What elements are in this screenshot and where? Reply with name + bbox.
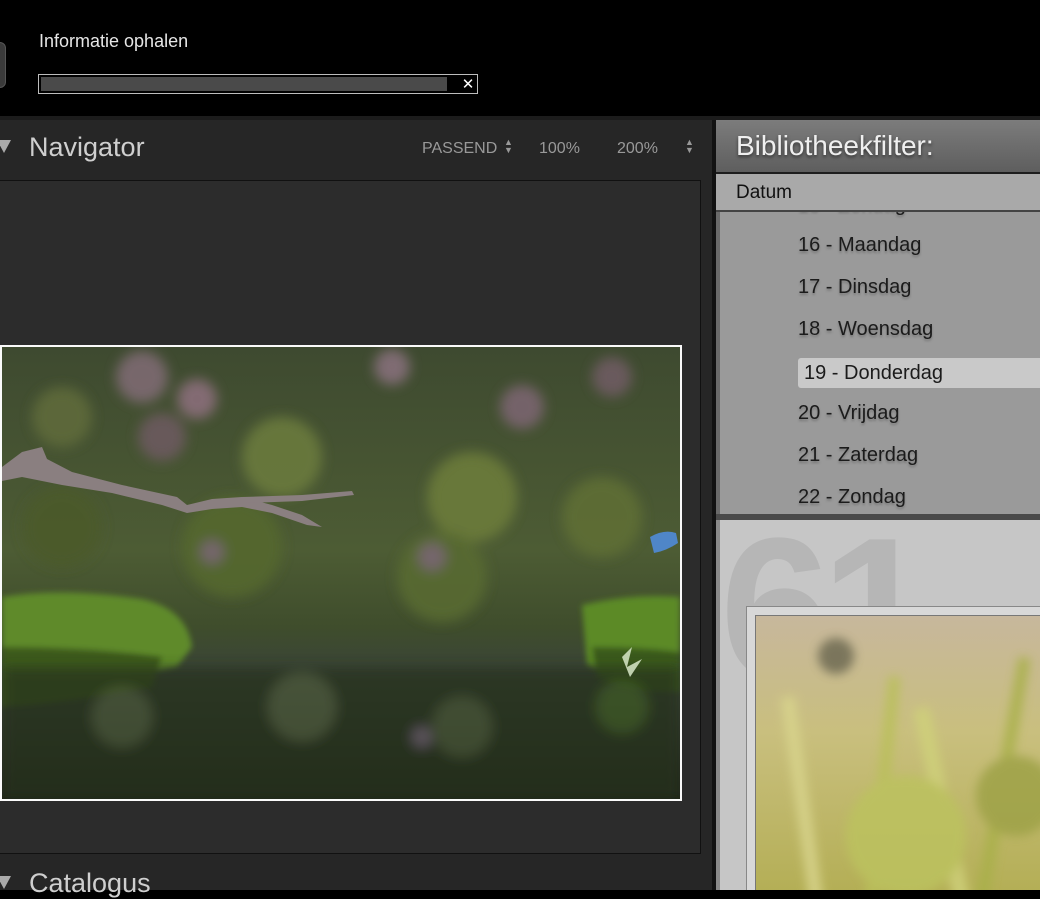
close-icon[interactable]: ✕: [460, 76, 476, 92]
photo-grid: 61: [716, 520, 1040, 890]
library-area: Bibliotheekfilter: Datum 15 - Zondag 16 …: [716, 120, 1040, 890]
activity-title: Informatie ophalen: [39, 31, 189, 51]
list-item[interactable]: 22 - Zondag: [798, 486, 906, 516]
grass-photo: [756, 616, 1040, 890]
list-item[interactable]: 16 - Maandag: [798, 234, 921, 264]
library-filter-bar: Bibliotheekfilter:: [716, 120, 1040, 172]
zoom-fit-label: PASSEND: [422, 140, 498, 157]
collapse-triangle-icon[interactable]: [0, 140, 11, 153]
activity-progress-bar: ✕: [38, 74, 478, 94]
navigator-preview-image[interactable]: [0, 345, 682, 801]
activity-bar: Informatie ophalen ✕: [0, 0, 1040, 116]
catalog-title: Catalogus: [29, 868, 151, 898]
date-filter-list[interactable]: 15 - Zondag 16 - Maandag 17 - Dinsdag 18…: [716, 212, 1040, 516]
zoom-200-option[interactable]: 200%: [617, 140, 658, 158]
identity-plate-button[interactable]: [0, 42, 6, 88]
grid-cell[interactable]: [746, 606, 1040, 890]
progress-fill: [41, 77, 447, 91]
date-column-header[interactable]: Datum: [716, 174, 1040, 212]
list-item[interactable]: 21 - Zaterdag: [798, 444, 918, 474]
collapse-triangle-icon[interactable]: [0, 876, 11, 889]
navigator-header[interactable]: Navigator PASSEND ▲ ▼ 100% 200% ▲ ▼: [0, 120, 712, 178]
zoom-100-option[interactable]: 100%: [539, 140, 580, 158]
navigator-body: [0, 180, 701, 854]
list-item[interactable]: 20 - Vrijdag: [798, 402, 900, 432]
list-item[interactable]: 15 - Zondag: [798, 212, 906, 224]
library-filter-title: Bibliotheekfilter:: [736, 130, 934, 161]
date-column-label: Datum: [736, 182, 792, 203]
stepper-icon[interactable]: ▲ ▼: [685, 138, 694, 155]
navigator-title: Navigator: [29, 132, 145, 162]
list-item-selected[interactable]: 19 - Donderdag: [798, 358, 1040, 388]
pond-photo: [2, 347, 680, 799]
stepper-icon[interactable]: ▲ ▼: [504, 138, 513, 155]
list-item[interactable]: 18 - Woensdag: [798, 318, 933, 348]
grid-thumbnail[interactable]: [755, 615, 1040, 890]
list-item[interactable]: 17 - Dinsdag: [798, 276, 911, 306]
navigator-panel: Navigator PASSEND ▲ ▼ 100% 200% ▲ ▼ Cata…: [0, 120, 712, 898]
catalog-header[interactable]: Catalogus: [0, 856, 712, 898]
zoom-fit-option[interactable]: PASSEND ▲ ▼: [422, 138, 513, 158]
